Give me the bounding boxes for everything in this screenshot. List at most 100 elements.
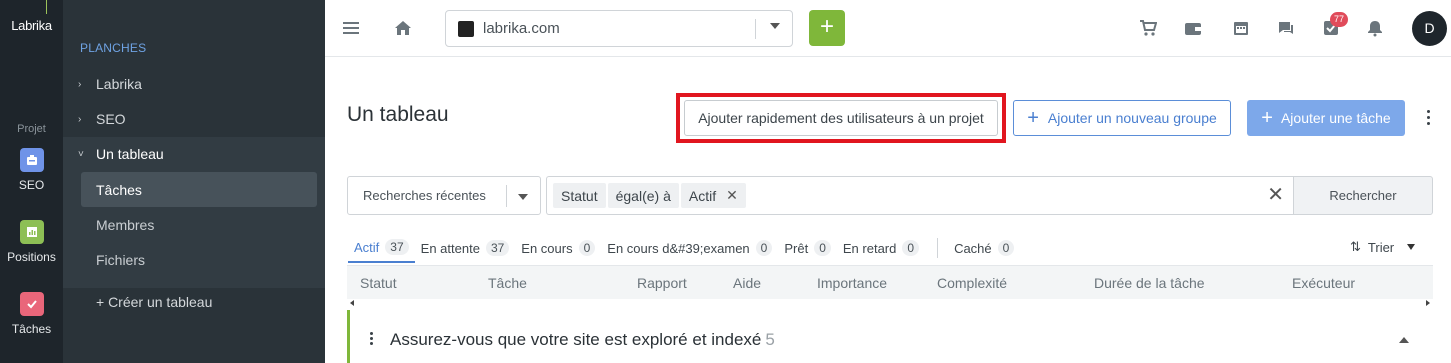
- rail-item-seo[interactable]: SEO: [0, 148, 63, 192]
- cart-icon[interactable]: [1138, 18, 1158, 38]
- sidebar: PLANCHES › Labrika › SEO ˅ Un tableau Tâ…: [63, 0, 325, 363]
- wallet-icon[interactable]: [1183, 18, 1203, 38]
- tab-label: Caché: [954, 240, 992, 256]
- column-header-rapport[interactable]: Rapport: [637, 275, 687, 291]
- project-site-select[interactable]: labrika.com: [445, 10, 793, 47]
- sidebar-item-un-tableau[interactable]: ˅ Un tableau: [63, 137, 325, 171]
- chat-icon[interactable]: [1276, 18, 1296, 38]
- rail-item-tasks[interactable]: Tâches: [0, 292, 63, 336]
- scroll-right-icon[interactable]: [1426, 300, 1430, 306]
- group-count: 5: [765, 330, 775, 349]
- tab-count: 0: [814, 240, 831, 256]
- chart-icon: [19, 220, 44, 244]
- filter-chip-value[interactable]: Actif ✕: [680, 183, 746, 208]
- tab-actif[interactable]: Actif 37: [348, 233, 415, 263]
- rail-item-label: Positions: [7, 250, 56, 264]
- filter-chip-field[interactable]: Statut: [553, 183, 606, 208]
- filter-chip-value-label: Actif: [688, 187, 717, 204]
- rail-item-label: SEO: [18, 178, 45, 192]
- tab-count: 0: [902, 240, 920, 256]
- tab-count: 37: [485, 240, 510, 256]
- app-rail: Labrika Projet SEO Positions Tâches: [0, 0, 63, 363]
- tab-label: En cours: [521, 240, 573, 256]
- tab-label: Actif: [354, 239, 380, 255]
- column-header-statut[interactable]: Statut: [360, 275, 397, 291]
- scroll-left-icon[interactable]: [350, 300, 354, 306]
- recent-searches-select[interactable]: Recherches récentes: [347, 176, 541, 215]
- tab-en-attente[interactable]: En attente 37: [415, 233, 516, 263]
- divider: [506, 185, 507, 207]
- filter-input[interactable]: Statut égal(e) à Actif ✕ ✕: [546, 176, 1294, 215]
- sort-button[interactable]: ⇅ Trier: [1350, 239, 1416, 255]
- tab-label: En retard: [842, 240, 897, 256]
- quick-add-users-button[interactable]: Ajouter rapidement des utilisateurs à un…: [684, 100, 998, 136]
- tab-en-retard[interactable]: En retard 0: [837, 233, 925, 263]
- task-group-row[interactable]: Assurez-vous que votre site est exploré …: [347, 310, 1433, 363]
- divider: [755, 19, 756, 39]
- chevron-right-icon: ›: [78, 78, 82, 90]
- tab-label: Prêt: [784, 240, 809, 256]
- add-group-button[interactable]: + Ajouter un nouveau groupe: [1013, 100, 1231, 136]
- sidebar-item-label: SEO: [96, 111, 126, 127]
- column-header-executeur[interactable]: Exécuteur: [1292, 275, 1355, 291]
- tab-count: 0: [997, 240, 1015, 256]
- user-avatar[interactable]: D: [1412, 11, 1447, 46]
- sidebar-item-label: Labrika: [96, 76, 142, 92]
- sidebar-item-label: Un tableau: [96, 146, 164, 162]
- logo-accent-line: [46, 0, 47, 14]
- tab-en-cours-examen[interactable]: En cours d&#39;examen 0: [601, 233, 778, 263]
- more-options-icon[interactable]: [1421, 109, 1435, 127]
- search-button[interactable]: Rechercher: [1293, 176, 1433, 215]
- recent-searches-label: Recherches récentes: [363, 188, 486, 203]
- add-group-label: Ajouter un nouveau groupe: [1047, 110, 1217, 126]
- column-header-complexite[interactable]: Complexité: [937, 275, 1007, 291]
- collapse-icon[interactable]: [1399, 337, 1409, 343]
- bell-icon[interactable]: [1365, 18, 1385, 38]
- column-header-duree[interactable]: Durée de la tâche: [1094, 275, 1205, 291]
- plus-icon: +: [1027, 106, 1039, 129]
- create-board-link[interactable]: + Créer un tableau: [96, 294, 212, 310]
- sidebar-section-title: PLANCHES: [80, 41, 147, 55]
- column-header-aide[interactable]: Aide: [733, 275, 761, 291]
- filter-chip-operator[interactable]: égal(e) à: [607, 183, 679, 208]
- top-bar: labrika.com + 77 D: [325, 0, 1451, 57]
- rail-item-label: Tâches: [11, 322, 52, 336]
- clear-filter-icon[interactable]: ✕: [1267, 185, 1284, 205]
- site-select-value: labrika.com: [483, 20, 560, 37]
- add-button[interactable]: +: [809, 10, 845, 46]
- home-icon[interactable]: [391, 16, 415, 40]
- page-title: Un tableau: [347, 103, 449, 126]
- sidebar-subitem-fichiers[interactable]: Fichiers: [81, 242, 317, 277]
- tab-label: En attente: [420, 240, 480, 256]
- menu-icon[interactable]: [339, 16, 363, 40]
- status-tabs: Actif 37 En attente 37 En cours 0 En cours …: [348, 233, 1020, 265]
- rail-section-label: Projet: [17, 123, 46, 135]
- chevron-down-icon[interactable]: [518, 194, 528, 200]
- sidebar-item-seo[interactable]: › SEO: [63, 102, 325, 136]
- chevron-down-icon: [1407, 244, 1416, 250]
- chevron-down-icon[interactable]: [770, 23, 780, 29]
- tab-label: En cours d&#39;examen: [607, 240, 750, 256]
- tab-count: 37: [385, 239, 409, 255]
- group-menu-icon[interactable]: [370, 332, 374, 347]
- sidebar-item-labrika[interactable]: › Labrika: [63, 67, 325, 101]
- plus-icon: +: [1261, 106, 1273, 129]
- column-header-importance[interactable]: Importance: [817, 275, 887, 291]
- sidebar-subitem-membres[interactable]: Membres: [81, 207, 317, 242]
- chevron-right-icon: ›: [78, 113, 82, 125]
- sort-icon: ⇅: [1350, 239, 1361, 254]
- table-header: Statut Tâche Rapport Aide Importance Com…: [347, 265, 1433, 299]
- add-task-button[interactable]: + Ajouter une tâche: [1247, 100, 1405, 136]
- seo-icon: [19, 148, 44, 172]
- tab-en-cours[interactable]: En cours 0: [515, 233, 601, 263]
- remove-chip-icon[interactable]: ✕: [726, 187, 738, 204]
- app-logo[interactable]: Labrika: [0, 18, 63, 33]
- tab-pret[interactable]: Prêt 0: [778, 233, 837, 263]
- rail-item-positions[interactable]: Positions: [0, 220, 63, 264]
- sidebar-subitem-taches[interactable]: Tâches: [81, 172, 317, 207]
- calendar-icon[interactable]: [1231, 18, 1251, 38]
- column-header-tache[interactable]: Tâche: [488, 275, 527, 291]
- group-title: Assurez-vous que votre site est exploré …: [390, 330, 775, 350]
- horizontal-scrollbar[interactable]: [347, 299, 1433, 308]
- tab-cache[interactable]: Caché 0: [948, 233, 1020, 263]
